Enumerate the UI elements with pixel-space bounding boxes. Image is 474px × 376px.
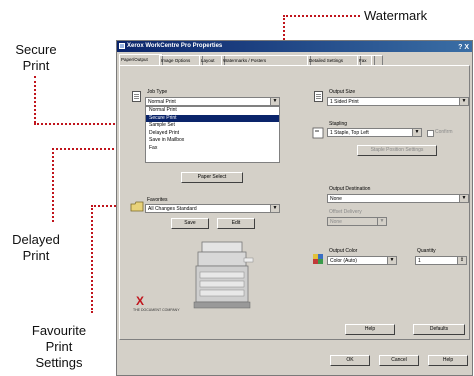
job-type-dropdown-list[interactable]: Normal Print Secure Print Sample Set Del… xyxy=(145,106,280,163)
favorites-select[interactable]: All Changes Standard ▼ xyxy=(145,204,280,213)
favorites-label: Favorites xyxy=(147,197,168,203)
favorites-folder-icon xyxy=(130,201,144,212)
apply-button[interactable]: Help xyxy=(428,355,468,366)
quantity-stepper[interactable]: 1 ⇕ xyxy=(415,256,467,265)
job-type-option-normal[interactable]: Normal Print xyxy=(146,107,279,115)
window-title: Xerox WorkCentre Pro Properties xyxy=(127,43,223,49)
output-destination-value: None xyxy=(330,196,342,202)
ok-button[interactable]: OK xyxy=(330,355,370,366)
leader-favourite-v xyxy=(91,205,93,313)
favorites-edit-button[interactable]: Edit xyxy=(217,218,255,229)
callout-secure-print: Secure Print xyxy=(8,42,64,74)
callout-secure-line-2: Print xyxy=(22,58,50,73)
job-type-option-fax[interactable]: Fax xyxy=(146,145,279,153)
offset-delivery-label: Offset Delivery xyxy=(329,209,362,215)
output-color-label: Output Color xyxy=(329,248,358,254)
xerox-logo: X xyxy=(136,294,145,308)
offset-delivery-select[interactable]: None ▼ xyxy=(327,217,387,226)
chevron-down-icon[interactable]: ▼ xyxy=(412,129,421,136)
callout-watermark: Watermark xyxy=(364,8,428,23)
callout-favourite-line-3: Settings xyxy=(35,355,83,370)
job-type-label: Job Type xyxy=(147,89,168,95)
favorites-save-button[interactable]: Save xyxy=(171,218,209,229)
stapling-value: 1 Staple, Top Left xyxy=(330,130,369,136)
leader-secure-v xyxy=(34,76,36,123)
job-type-value: Normal Print xyxy=(148,99,176,105)
job-type-option-mailbox[interactable]: Save in Mailbox xyxy=(146,137,279,145)
callout-secure-line-1: Secure xyxy=(15,42,57,57)
stapling-select[interactable]: 1 Staple, Top Left ▼ xyxy=(327,128,422,137)
chevron-down-icon[interactable]: ▼ xyxy=(387,257,396,264)
tab-detailed-settings[interactable]: Detailed Settings xyxy=(307,55,361,65)
confirm-label: Confirm xyxy=(435,129,453,135)
printer-illustration xyxy=(193,241,254,309)
job-type-icon xyxy=(132,91,141,102)
chevron-down-icon[interactable]: ▼ xyxy=(459,98,468,105)
title-controls[interactable]: ? X xyxy=(458,42,469,53)
output-size-value: 1 Sided Print xyxy=(330,99,359,105)
output-color-value: Color (Auto) xyxy=(330,258,357,264)
paper-select-button[interactable]: Paper Select xyxy=(181,172,243,183)
chevron-down-icon[interactable]: ▼ xyxy=(377,218,386,225)
leader-delayed-v xyxy=(52,148,54,222)
tab-watermarks[interactable]: Watermarks / Posters xyxy=(221,55,311,65)
color-palette-icon xyxy=(313,254,323,264)
callout-delayed-line-1: Delayed xyxy=(12,232,60,247)
chevron-down-icon[interactable]: ▼ xyxy=(459,195,468,202)
job-type-select[interactable]: Normal Print ▼ xyxy=(145,97,280,106)
output-size-icon xyxy=(314,91,323,102)
job-type-option-delayed[interactable]: Delayed Print xyxy=(146,130,279,138)
defaults-button[interactable]: Defaults xyxy=(413,324,465,335)
callout-favourite-line-2: Print xyxy=(45,339,73,354)
offset-delivery-value: None xyxy=(330,219,342,225)
printer-properties-dialog: Xerox WorkCentre Pro Properties ? X Pape… xyxy=(116,40,473,376)
chevron-down-icon[interactable]: ▼ xyxy=(270,98,279,105)
job-type-option-sample[interactable]: Sample Set xyxy=(146,122,279,130)
tab-image-options[interactable]: Image Options xyxy=(159,55,203,65)
chevron-down-icon[interactable]: ▼ xyxy=(270,205,279,212)
staple-icon xyxy=(312,127,324,139)
staple-position-button[interactable]: Staple Position Settings xyxy=(357,145,437,156)
brand-tagline: THE DOCUMENT COMPANY xyxy=(133,308,180,312)
leader-watermark-h xyxy=(283,15,360,17)
help-button[interactable]: Help xyxy=(345,324,395,335)
output-size-select[interactable]: 1 Sided Print ▼ xyxy=(327,97,469,106)
favorites-value: All Changes Standard xyxy=(148,206,197,212)
stapling-label: Stapling xyxy=(329,121,348,127)
output-destination-label: Output Destination xyxy=(329,186,371,192)
output-size-label: Output Size xyxy=(329,89,356,95)
title-bar[interactable]: Xerox WorkCentre Pro Properties ? X xyxy=(117,41,472,52)
callout-favourite-line-1: Favourite xyxy=(31,323,87,338)
output-color-select[interactable]: Color (Auto) ▼ xyxy=(327,256,397,265)
quantity-label: Quantity xyxy=(417,248,436,254)
printer-icon xyxy=(119,43,125,49)
output-destination-select[interactable]: None ▼ xyxy=(327,194,469,203)
tab-extra[interactable] xyxy=(371,55,383,65)
cancel-button[interactable]: Cancel xyxy=(379,355,419,366)
callout-favourite-settings: Favourite Print Settings xyxy=(10,323,108,371)
callout-delayed-line-2: Print xyxy=(22,248,50,263)
confirm-checkbox[interactable] xyxy=(427,130,434,137)
callout-delayed-print: Delayed Print xyxy=(8,232,64,264)
tab-strip: Paper/Output Image Options Layout Waterm… xyxy=(119,54,470,66)
quantity-value: 1 xyxy=(418,258,421,264)
stepper-arrows-icon[interactable]: ⇕ xyxy=(457,257,466,264)
job-type-option-secure[interactable]: Secure Print xyxy=(146,114,279,122)
